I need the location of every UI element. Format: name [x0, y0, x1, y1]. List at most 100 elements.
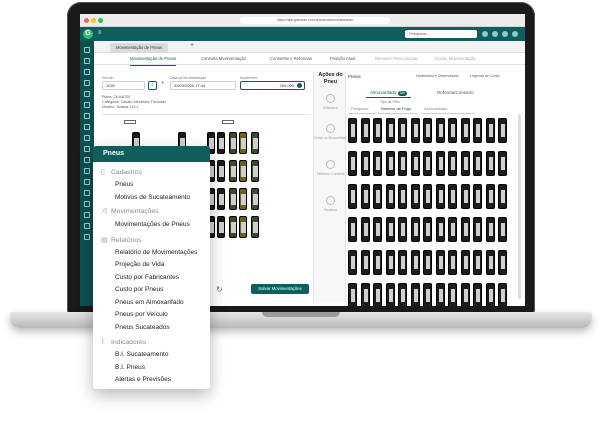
veiculo-field[interactable]: 1020 — [102, 81, 145, 90]
address-bar[interactable]: https://app.gefrotas.com.br/pneus/movime… — [240, 17, 390, 24]
vehicle-tire[interactable] — [229, 216, 237, 238]
inventory-tire[interactable] — [448, 151, 457, 176]
vehicle-tire[interactable] — [239, 160, 247, 182]
inventory-tire[interactable] — [360, 118, 370, 143]
hodometro-field[interactable]: 205.000 — [240, 81, 305, 90]
rail-nav-icon[interactable] — [84, 69, 90, 75]
inventory-tire[interactable] — [498, 283, 507, 306]
inventory-tire[interactable] — [435, 118, 445, 143]
logo-icon[interactable]: G — [83, 29, 93, 39]
inventory-tire[interactable] — [498, 184, 507, 209]
inventory-tire[interactable] — [385, 118, 395, 143]
inventory-tire[interactable] — [360, 283, 370, 306]
search-input[interactable]: Pesquisar... — [405, 30, 477, 38]
rail-nav-icon[interactable] — [84, 124, 90, 130]
inventory-tire[interactable] — [460, 184, 470, 209]
vehicle-tire[interactable] — [251, 188, 259, 210]
inventory-tire[interactable] — [423, 118, 432, 143]
menu-item[interactable]: Pneus Sucateados — [115, 324, 170, 331]
rail-nav-icon[interactable] — [84, 146, 90, 152]
menu-item[interactable]: B.I. Pneus — [115, 364, 145, 371]
legenda-cores-link[interactable]: Legenda de Cores — [470, 74, 500, 78]
inventory-tire[interactable] — [460, 151, 470, 176]
inventory-tire[interactable] — [360, 184, 370, 209]
inventory-tire[interactable] — [373, 217, 382, 242]
inventory-tire[interactable] — [385, 250, 395, 275]
inventory-tire[interactable] — [423, 217, 432, 242]
minimize-dot-icon[interactable] — [91, 18, 96, 23]
menu-item[interactable]: Alertas e Previsões — [115, 376, 171, 383]
inventory-tire[interactable] — [410, 184, 420, 209]
refresh-icon[interactable]: ↻ — [216, 285, 223, 294]
inventory-tire[interactable] — [473, 184, 482, 209]
subnav-consertos[interactable]: Consertos e Reformas — [270, 53, 312, 65]
inventory-tire[interactable] — [398, 184, 407, 209]
inventory-tire[interactable] — [398, 283, 407, 306]
wrench-icon[interactable] — [326, 160, 335, 169]
menu-item[interactable]: B.I. Sucateamento — [115, 351, 168, 358]
search-icon[interactable]: ⌕ — [148, 81, 157, 90]
inventory-tire[interactable] — [473, 250, 482, 275]
inventory-tire[interactable] — [435, 283, 445, 306]
filter-search-input[interactable]: Pesquisar — [348, 105, 376, 114]
rail-nav-icon[interactable] — [84, 58, 90, 64]
inventory-tire[interactable] — [460, 283, 470, 306]
help-icon[interactable] — [502, 31, 508, 37]
tab-reforma[interactable]: Reforma/Conserto — [433, 87, 478, 98]
rail-nav-icon[interactable] — [84, 234, 90, 240]
warehouse-icon[interactable] — [326, 124, 335, 133]
action-reforma[interactable]: Reforma / Conserto — [314, 172, 347, 176]
tab-movimentacao[interactable]: Movimentação de Pneus — [110, 43, 169, 53]
data-field[interactable]: 02/03/2020 17:44 — [170, 81, 236, 90]
inventory-tire[interactable] — [423, 151, 432, 176]
inventory-tire[interactable] — [485, 283, 495, 306]
menu-icon[interactable]: ≡ — [98, 30, 102, 36]
maximize-dot-icon[interactable] — [98, 18, 103, 23]
inventory-tire[interactable] — [460, 250, 470, 275]
inventory-tire[interactable] — [348, 151, 357, 176]
inventory-tire[interactable] — [473, 118, 482, 143]
rail-nav-icon[interactable] — [84, 190, 90, 196]
inventory-tire[interactable] — [348, 184, 357, 209]
menu-item[interactable]: Custo por Pneus — [115, 286, 163, 293]
vehicle-tire[interactable] — [229, 160, 237, 182]
inventory-tire[interactable] — [485, 118, 495, 143]
inventory-tire[interactable] — [373, 118, 382, 143]
inventory-tire[interactable] — [423, 250, 432, 275]
inventory-tire[interactable] — [435, 250, 445, 275]
inventory-tire[interactable] — [373, 250, 382, 275]
grid-scrollbar[interactable] — [518, 114, 521, 299]
inventory-tire[interactable] — [398, 151, 407, 176]
inventory-tire[interactable] — [373, 151, 382, 176]
inventory-tire[interactable] — [410, 250, 420, 275]
menu-item[interactable]: Pneus por Veículo — [115, 311, 168, 318]
subnav-movimentacao[interactable]: Movimentação de Pneus — [130, 53, 177, 66]
rail-nav-icon[interactable] — [84, 212, 90, 218]
menu-item[interactable]: Pneus em Almoxarifado — [115, 299, 184, 306]
inventory-tire[interactable] — [485, 250, 495, 275]
menu-item[interactable]: Pneus — [115, 181, 133, 188]
vehicle-tire[interactable] — [239, 188, 247, 210]
inventory-tire[interactable] — [473, 217, 482, 242]
inventory-tire[interactable] — [348, 217, 357, 242]
action-almoxarifado[interactable]: Enviar ao Almoxarifado — [314, 136, 347, 140]
inventory-tire[interactable] — [435, 184, 445, 209]
inventory-tire[interactable] — [360, 250, 370, 275]
tab-almoxarifado[interactable]: Almoxarifado 180 — [366, 87, 411, 98]
rail-nav-icon[interactable] — [84, 201, 90, 207]
inventory-tire[interactable] — [348, 283, 357, 306]
add-tab-button[interactable]: + — [190, 42, 194, 49]
inventory-tire[interactable] — [373, 184, 382, 209]
inventory-tire[interactable] — [423, 184, 432, 209]
inventory-tire[interactable] — [498, 118, 507, 143]
settings-icon[interactable] — [492, 31, 498, 37]
inventory-tire[interactable] — [398, 118, 407, 143]
plus-icon[interactable]: + — [161, 81, 165, 87]
inventory-tire[interactable] — [410, 217, 420, 242]
hodometro-obs-link[interactable]: Hodômetro e Observações — [416, 74, 459, 78]
vehicle-tire[interactable] — [251, 216, 259, 238]
inventory-tire[interactable] — [410, 118, 420, 143]
inventory-tire[interactable] — [460, 217, 470, 242]
rail-nav-icon[interactable] — [84, 179, 90, 185]
rail-nav-icon[interactable] — [84, 47, 90, 53]
